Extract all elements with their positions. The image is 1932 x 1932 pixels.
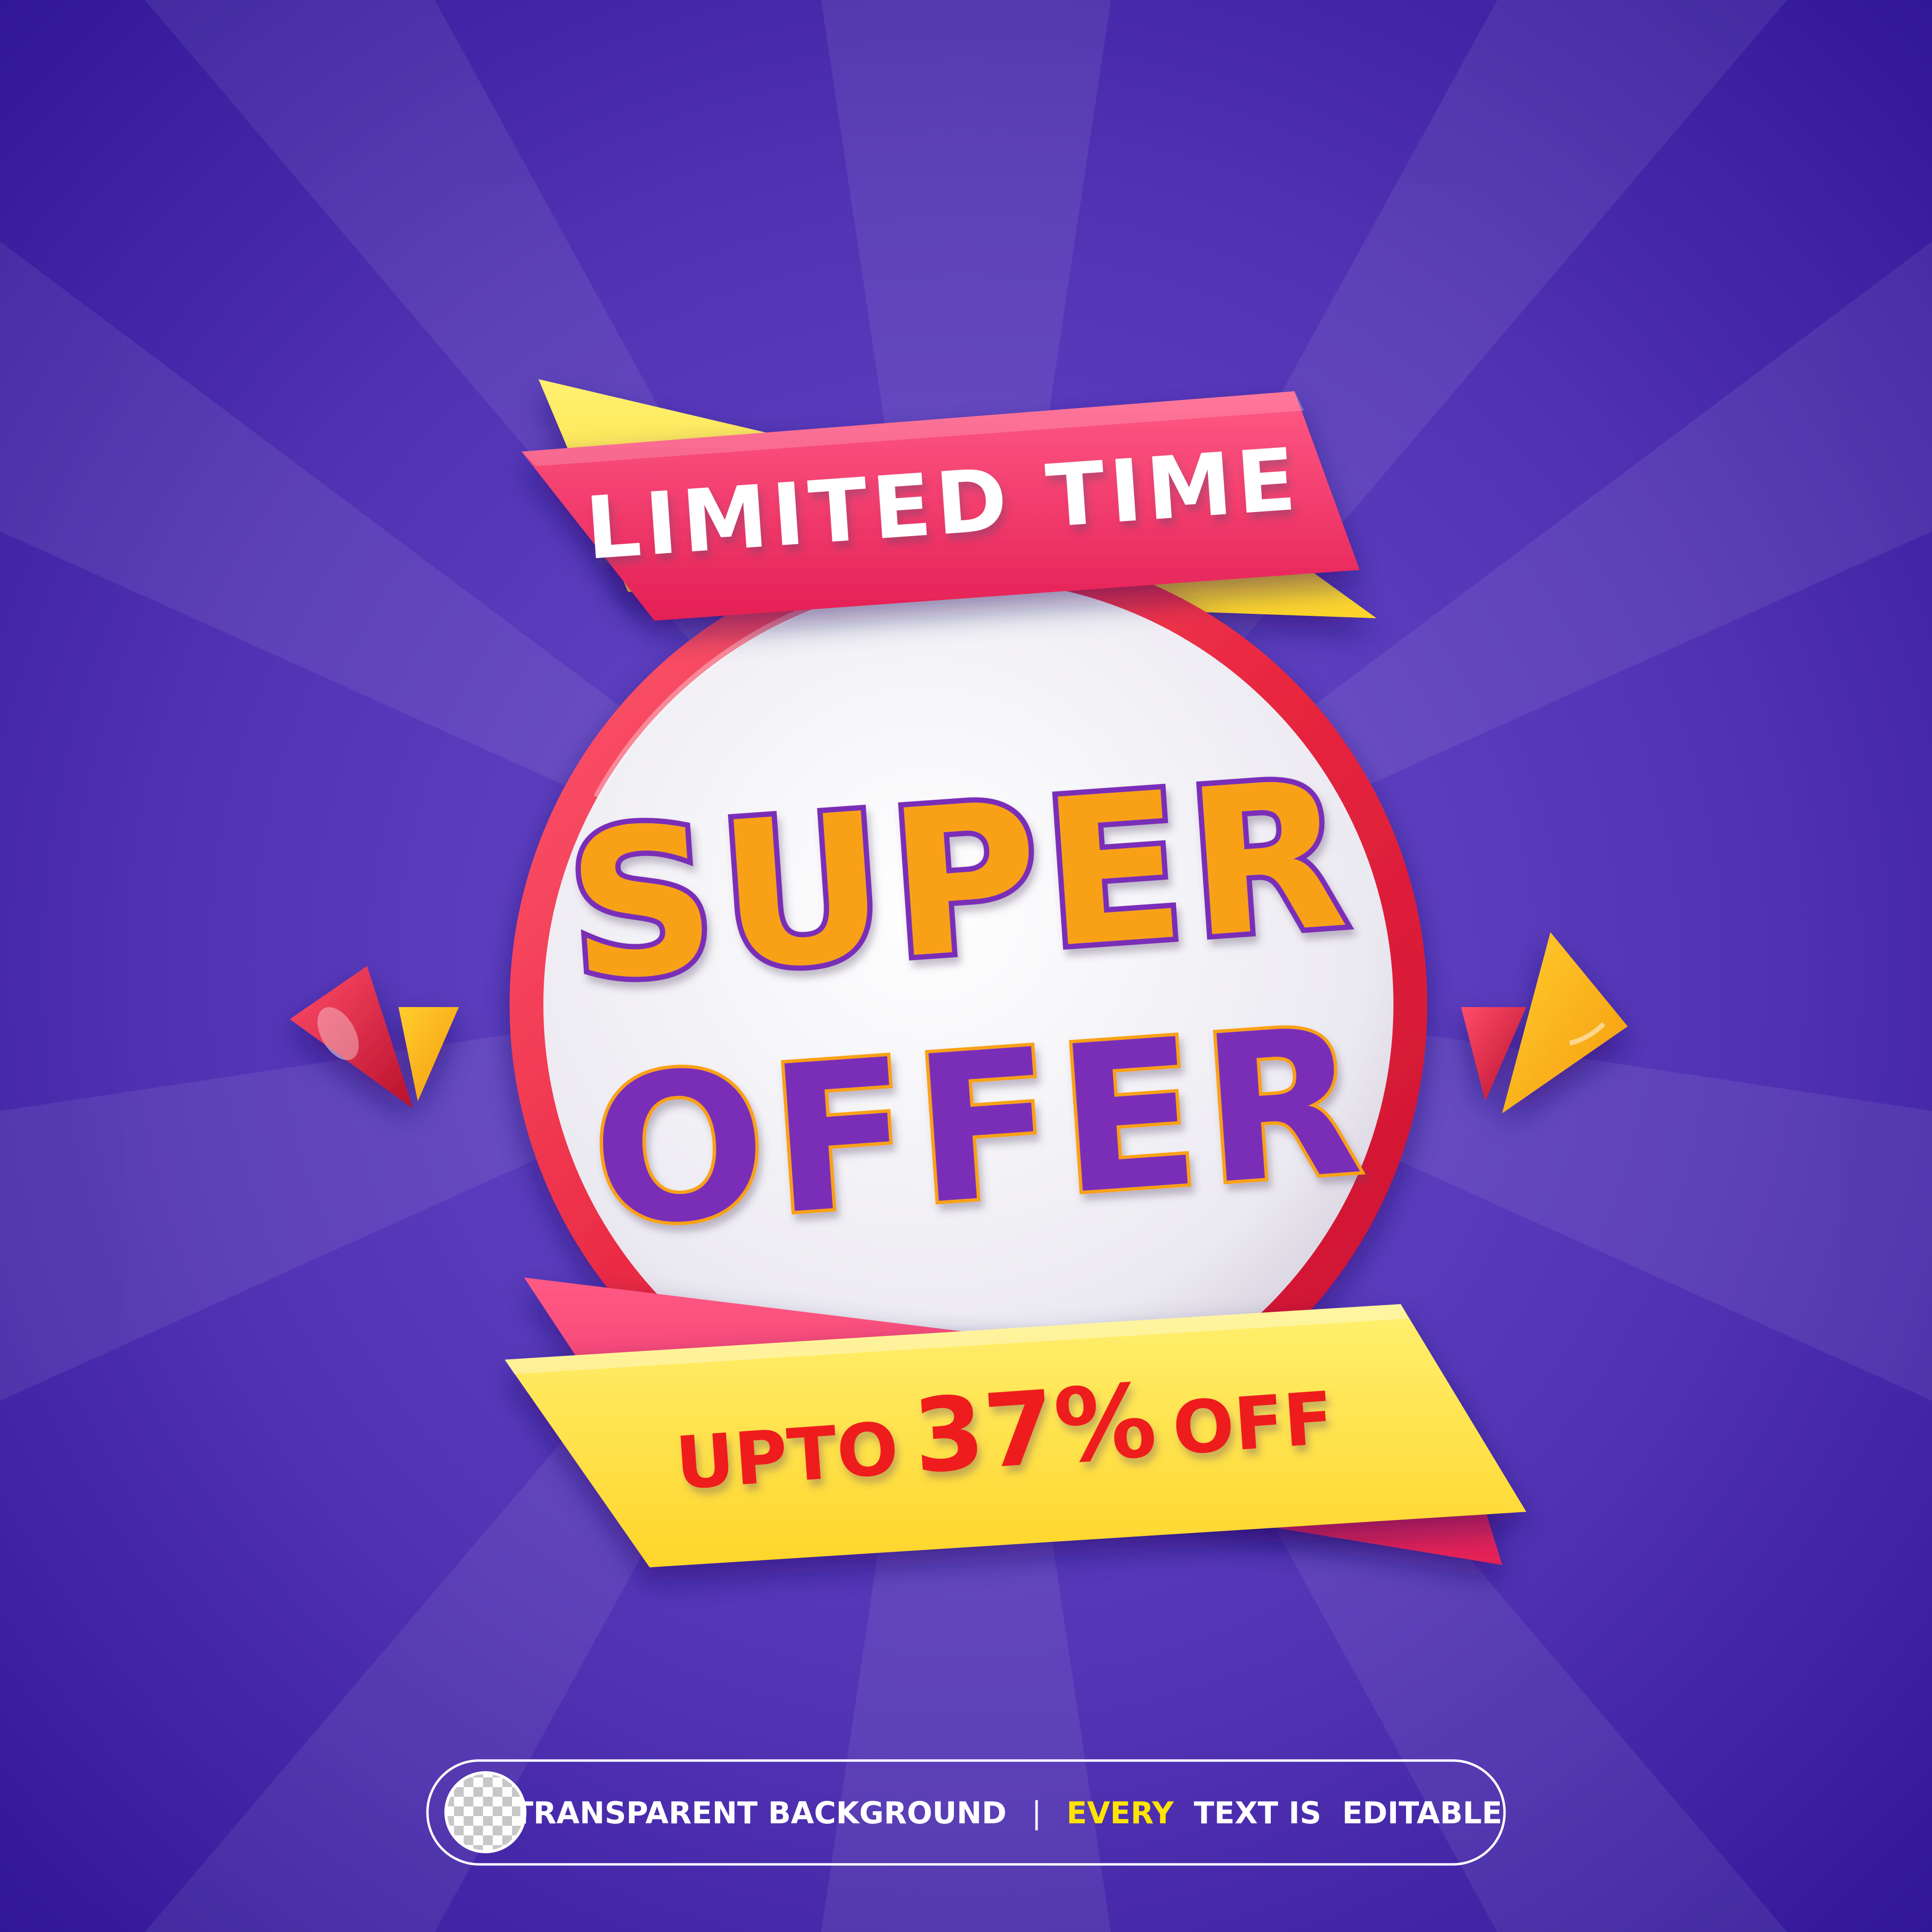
badge-right-text: TEXT IS EDITABLE (1194, 1795, 1503, 1831)
promo-banner: LIMITED TIME SUPER OFFER UPTO 37% OFF TR… (0, 0, 1932, 1932)
svg-text:TRANSPARENT BACKGROUND: TRANSPARENT BACKGROUND | EVERY TEXT IS E… (513, 1795, 1502, 1831)
discount-value: 37% (909, 1361, 1160, 1496)
discount-prefix: UPTO (673, 1407, 901, 1506)
banner-artwork: LIMITED TIME SUPER OFFER UPTO 37% OFF TR… (0, 0, 1932, 1932)
badge-highlight-word: EVERY (1066, 1795, 1174, 1831)
badge-separator: | (1032, 1795, 1042, 1831)
badge-left-text: TRANSPARENT BACKGROUND (513, 1795, 1007, 1831)
discount-suffix: OFF (1170, 1377, 1336, 1472)
